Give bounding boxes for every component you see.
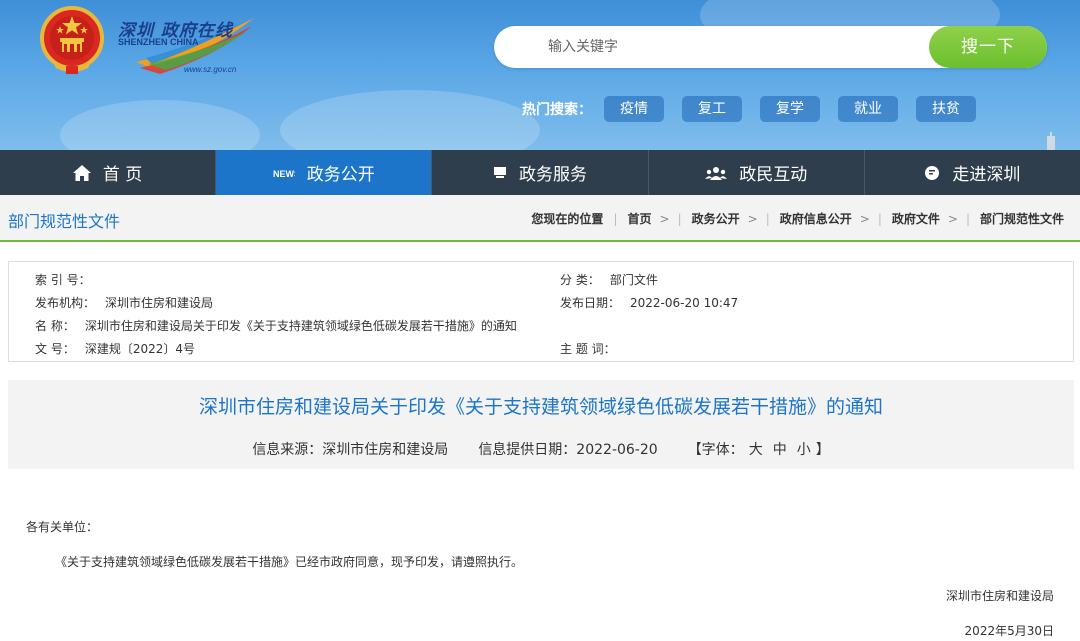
hot-search-tag[interactable]: 扶贫: [916, 96, 976, 122]
logo-english-text: SHENZHEN CHINA: [118, 37, 199, 47]
document-meta-box: 索 引 号： 分 类： 部门文件 发布机构： 深圳市住房和建设局 发布日期： 2022…: [8, 261, 1074, 362]
meta-name: 名 称： 深圳市住房和建设局关于印发《关于支持建筑领域绿色低碳发展若干措施》的通知: [35, 317, 517, 334]
breadcrumb-separator: >: [659, 211, 670, 226]
document-title: 深圳市住房和建设局关于印发《关于支持建筑领域绿色低碳发展若干措施》的通知: [198, 396, 883, 418]
breadcrumb-divider: |: [765, 211, 770, 226]
nav-item-interaction[interactable]: 政民互动: [649, 150, 865, 195]
svg-text:NEWS: NEWS: [273, 169, 295, 179]
background-cloud: [280, 90, 540, 150]
breadcrumb-bar: 部门规范性文件 您现在的位置 | 首页 > | 政务公开 > | 政府信息公开 > |…: [0, 195, 1080, 242]
meta-publisher-label: 发布机构：: [35, 296, 96, 310]
logo-url-text: www.sz.gov.cn: [184, 65, 237, 74]
hot-search-tag[interactable]: 疫情: [604, 96, 664, 122]
document-subinfo: 信息来源：深圳市住房和建设局 信息提供日期：2022-06-20 【字体： 大中小】: [8, 439, 1074, 459]
news-icon: NEWS: [273, 167, 295, 179]
document-signature: 深圳市住房和建设局: [945, 589, 1054, 603]
main-nav: 首 页 NEWS 政务公开 政务服务 政民互动 走进深圳: [0, 150, 1080, 195]
meta-docno-label: 文 号：: [35, 342, 75, 356]
meta-category: 分 类： 部门文件: [560, 271, 658, 288]
nav-item-label: 政民互动: [739, 165, 808, 185]
background-cloud: [60, 100, 260, 150]
breadcrumb-government-documents[interactable]: 政府文件: [892, 210, 940, 227]
breadcrumb-divider: |: [877, 211, 882, 226]
font-size-small-button[interactable]: 小: [797, 442, 811, 458]
nav-item-services[interactable]: 政务服务: [432, 150, 649, 195]
document-salutation: 各有关单位：: [26, 520, 99, 534]
breadcrumb: 您现在的位置 | 首页 > | 政务公开 > | 政府信息公开 > | 政府文件 > |…: [531, 210, 1064, 227]
breadcrumb-separator: >: [859, 211, 870, 226]
meta-index: 索 引 号：: [35, 271, 101, 288]
meta-category-label: 分 类：: [560, 273, 600, 287]
breadcrumb-government-affairs[interactable]: 政务公开: [692, 210, 740, 227]
home-icon: [72, 164, 91, 181]
people-icon: [705, 166, 728, 180]
chat-icon: [924, 165, 940, 181]
national-emblem-icon: [40, 6, 104, 74]
meta-date: 发布日期： 2022-06-20 10:47: [560, 294, 738, 311]
monitor-icon: [493, 166, 507, 180]
search-button[interactable]: 搜一下: [929, 26, 1047, 68]
meta-date-label: 发布日期：: [560, 296, 621, 310]
breadcrumb-home[interactable]: 首页: [627, 210, 651, 227]
font-size-large-button[interactable]: 大: [749, 442, 763, 458]
nav-item-label: 走进深圳: [952, 165, 1021, 185]
skyline-tower-icon: [1047, 132, 1055, 150]
breadcrumb-divider: |: [965, 211, 970, 226]
breadcrumb-separator: >: [747, 211, 758, 226]
meta-publisher-value: 深圳市住房和建设局: [105, 296, 214, 310]
nav-item-label: 政务公开: [306, 165, 375, 185]
meta-publisher: 发布机构： 深圳市住房和建设局: [35, 294, 213, 311]
meta-name-value: 深圳市住房和建设局关于印发《关于支持建筑领域绿色低碳发展若干措施》的通知: [84, 319, 517, 333]
font-size-medium-button[interactable]: 中: [773, 442, 787, 458]
breadcrumb-department-documents[interactable]: 部门规范性文件: [980, 210, 1064, 227]
site-header: 深圳 政府在线 SHENZHEN CHINA www.sz.gov.cn 搜一下…: [0, 0, 1080, 150]
nav-item-shenzhen[interactable]: 走进深圳: [865, 150, 1080, 195]
hot-search: 热门搜索： 疫情 复工 复学 就业 扶贫: [522, 96, 994, 122]
meta-keywords: 主 题 词：: [560, 340, 626, 357]
font-size-label-close: 】: [815, 442, 830, 458]
search-input[interactable]: [534, 26, 914, 68]
breadcrumb-divider: |: [613, 211, 618, 226]
meta-date-value: 2022-06-20 10:47: [630, 296, 739, 310]
meta-index-label: 索 引 号：: [35, 273, 91, 287]
nav-item-government-affairs[interactable]: NEWS 政务公开: [216, 150, 433, 195]
nav-item-label: 政务服务: [519, 165, 587, 185]
nav-item-label: 首 页: [102, 165, 143, 185]
breadcrumb-divider: |: [677, 211, 682, 226]
hot-search-label: 热门搜索：: [522, 102, 592, 118]
hot-search-tag[interactable]: 就业: [838, 96, 898, 122]
breadcrumb-prefix: 您现在的位置: [531, 212, 604, 226]
meta-category-value: 部门文件: [609, 273, 658, 287]
breadcrumb-info-disclosure[interactable]: 政府信息公开: [780, 210, 852, 227]
meta-keywords-label: 主 题 词：: [560, 342, 616, 356]
meta-docno-value: 深建规〔2022〕4号: [84, 342, 196, 356]
nav-item-home[interactable]: 首 页: [0, 150, 217, 195]
font-size-label-open: 【字体：: [687, 442, 744, 458]
document-paragraph: 《关于支持建筑领域绿色低碳发展若干措施》已经市政府同意，现予印发，请遵照执行。: [55, 555, 524, 569]
meta-name-label: 名 称：: [35, 319, 75, 333]
hot-search-tag[interactable]: 复工: [682, 96, 742, 122]
hot-search-tag[interactable]: 复学: [760, 96, 820, 122]
site-logo[interactable]: 深圳 政府在线 SHENZHEN CHINA www.sz.gov.cn: [116, 10, 256, 74]
document-sign-date: 2022年5月30日: [964, 624, 1054, 638]
document-title-block: 深圳市住房和建设局关于印发《关于支持建筑领域绿色低碳发展若干措施》的通知 信息来…: [8, 380, 1074, 469]
section-title: 部门规范性文件: [8, 212, 121, 231]
document-provided-date: 信息提供日期：2022-06-20: [478, 442, 658, 458]
document-source: 信息来源：深圳市住房和建设局: [252, 442, 449, 458]
breadcrumb-separator: >: [947, 211, 958, 226]
search-box: 搜一下: [494, 26, 1047, 68]
meta-docno: 文 号： 深建规〔2022〕4号: [35, 340, 195, 357]
